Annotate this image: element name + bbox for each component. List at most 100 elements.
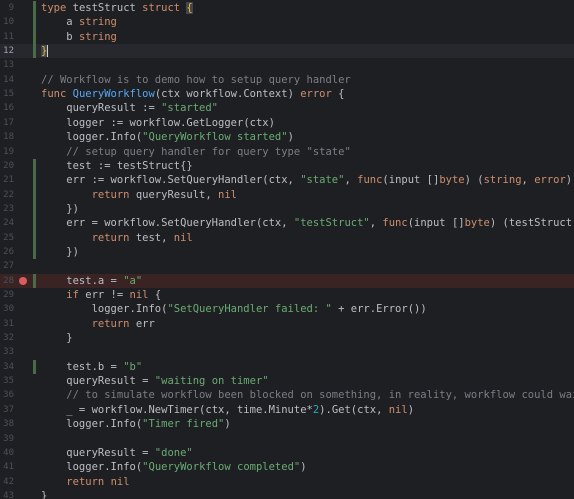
code-line[interactable]: 14 // Workflow is to demo how to setup qu… [0,73,574,87]
code-line[interactable]: 15 func QueryWorkflow(ctx workflow.Contex… [0,87,574,101]
code-text: return queryResult, nil [91,188,237,201]
code-text: logger.Info("Timer fired") [41,418,231,431]
code-text: logger.Info("SetQueryHandler failed: " +… [41,303,427,316]
vcs-change-marker[interactable] [33,359,36,375]
code-text: return nil [66,475,130,488]
code-line[interactable]: 13 [0,58,574,72]
code-line[interactable]: 25 return test, nil [0,231,574,245]
code-text: }) [41,245,79,258]
code-line[interactable]: 41 logger.Info("QueryWorkflow completed"… [0,460,574,474]
code-text: err = workflow.SetQueryHandler(ctx, "tes… [41,217,574,230]
code-line[interactable]: 43} [0,489,574,499]
code-text: test.a = "a" [41,274,143,287]
code-text: test := testStruct{} [41,159,193,172]
code-text: _ = workflow.NewTimer(ctx, time.Minute*2… [41,403,415,416]
code-text: b string [41,30,117,43]
code-line[interactable]: 39 [0,432,574,446]
line-number: 9 [8,3,14,13]
code-text: } [41,332,73,345]
code-line[interactable]: 24 err = workflow.SetQueryHandler(ctx, "… [0,216,574,230]
code-text: logger := workflow.GetLogger(ctx) [41,116,275,129]
code-text: } [41,489,48,499]
code-line[interactable]: 12} [0,44,574,59]
code-line[interactable]: 11 b string [0,30,574,44]
code-editor[interactable]: 9 type testStruct struct {10 a string 11 b… [0,0,574,499]
code-line[interactable]: 10 a string [0,15,574,29]
line-number: 24 [3,218,14,229]
code-line[interactable]: 40 queryResult = "done" [0,446,574,460]
code-text: // Workflow is to demo how to setup quer… [41,73,351,86]
code-text: logger.Info("QueryWorkflow started") [41,131,294,144]
line-number: 23 [3,203,14,214]
code-line[interactable]: 37 _ = workflow.NewTimer(ctx, time.Minut… [0,403,574,417]
line-number: 17 [3,117,14,128]
line-number: 37 [3,404,14,415]
code-line[interactable]: 17 logger := workflow.GetLogger(ctx) [0,116,574,130]
line-number: 42 [3,476,14,487]
line-number: 22 [3,189,14,200]
code-line[interactable]: 36 // to simulate workflow been blocked … [0,388,574,402]
code-text: queryResult = "waiting on timer" [41,375,269,388]
line-number: 39 [3,433,14,444]
code-line[interactable]: 22 return queryResult, nil [0,188,574,202]
code-text: test.b = "b" [41,360,143,373]
breakpoint-icon[interactable] [19,276,27,285]
code-line[interactable]: 18 logger.Info("QueryWorkflow started") [0,130,574,144]
code-text: if err != nil { [66,289,162,301]
line-number: 15 [3,89,14,100]
code-line[interactable]: 35 queryResult = "waiting on timer" [0,374,574,388]
code-text: queryResult := "started" [41,102,219,115]
code-line[interactable]: 34 test.b = "b" [0,360,574,374]
line-number: 13 [3,60,14,71]
line-number: 41 [3,462,14,473]
line-number: 38 [3,419,14,430]
code-line[interactable]: 23 }) [0,202,574,216]
line-number: 30 [3,304,14,315]
code-line[interactable]: 16 queryResult := "started" [0,101,574,115]
line-number: 36 [3,390,14,401]
code-line[interactable]: 32 } [0,331,574,345]
vcs-change-marker[interactable] [33,1,36,59]
line-number: 34 [3,361,14,372]
line-number: 11 [3,31,14,42]
code-text: // to simulate workflow been blocked on … [66,389,574,402]
code-line[interactable]: 21 err := workflow.SetQueryHandler(ctx, … [0,173,574,187]
code-line[interactable]: 19 // setup query handler for query type… [0,145,574,159]
code-text: } [41,45,49,58]
code-line[interactable]: 20 test := testStruct{} [0,159,574,173]
line-number: 20 [3,160,14,171]
line-number: 26 [3,246,14,257]
line-number: 27 [3,261,14,272]
line-number: 40 [3,447,14,458]
code-text: return err [91,317,155,330]
code-text: a string [41,16,117,29]
vcs-change-marker[interactable] [33,273,36,288]
code-line[interactable]: 26 }) [0,245,574,259]
line-number: 25 [3,232,14,243]
code-line[interactable]: 28 test.a = "a" [0,273,574,288]
code-line[interactable]: 29 if err != nil { [0,288,574,302]
line-number: 14 [3,74,14,85]
vcs-change-marker[interactable] [33,158,36,260]
line-number: 31 [3,318,14,329]
text-caret [47,45,49,58]
code-text: type testStruct struct { [41,2,193,14]
code-line[interactable]: 42 return nil [0,475,574,489]
line-number: 12 [3,46,14,57]
code-text: // setup query handler for query type "s… [66,145,351,158]
code-line[interactable]: 9 type testStruct struct { [0,1,574,15]
code-line[interactable]: 38 logger.Info("Timer fired") [0,417,574,431]
line-number: 19 [3,146,14,157]
code-line[interactable]: 31 return err [0,317,574,331]
line-number: 29 [3,290,14,300]
line-number: 10 [3,17,14,28]
line-number: 35 [3,376,14,387]
line-number: 18 [3,132,14,143]
code-text: logger.Info("QueryWorkflow completed") [41,461,307,474]
code-line[interactable]: 27 [0,259,574,273]
code-text: queryResult = "done" [41,446,193,459]
code-line[interactable]: 33 [0,345,574,359]
code-text: return test, nil [91,231,193,244]
line-number: 43 [3,490,14,499]
code-line[interactable]: 30 logger.Info("SetQueryHandler failed: … [0,302,574,316]
